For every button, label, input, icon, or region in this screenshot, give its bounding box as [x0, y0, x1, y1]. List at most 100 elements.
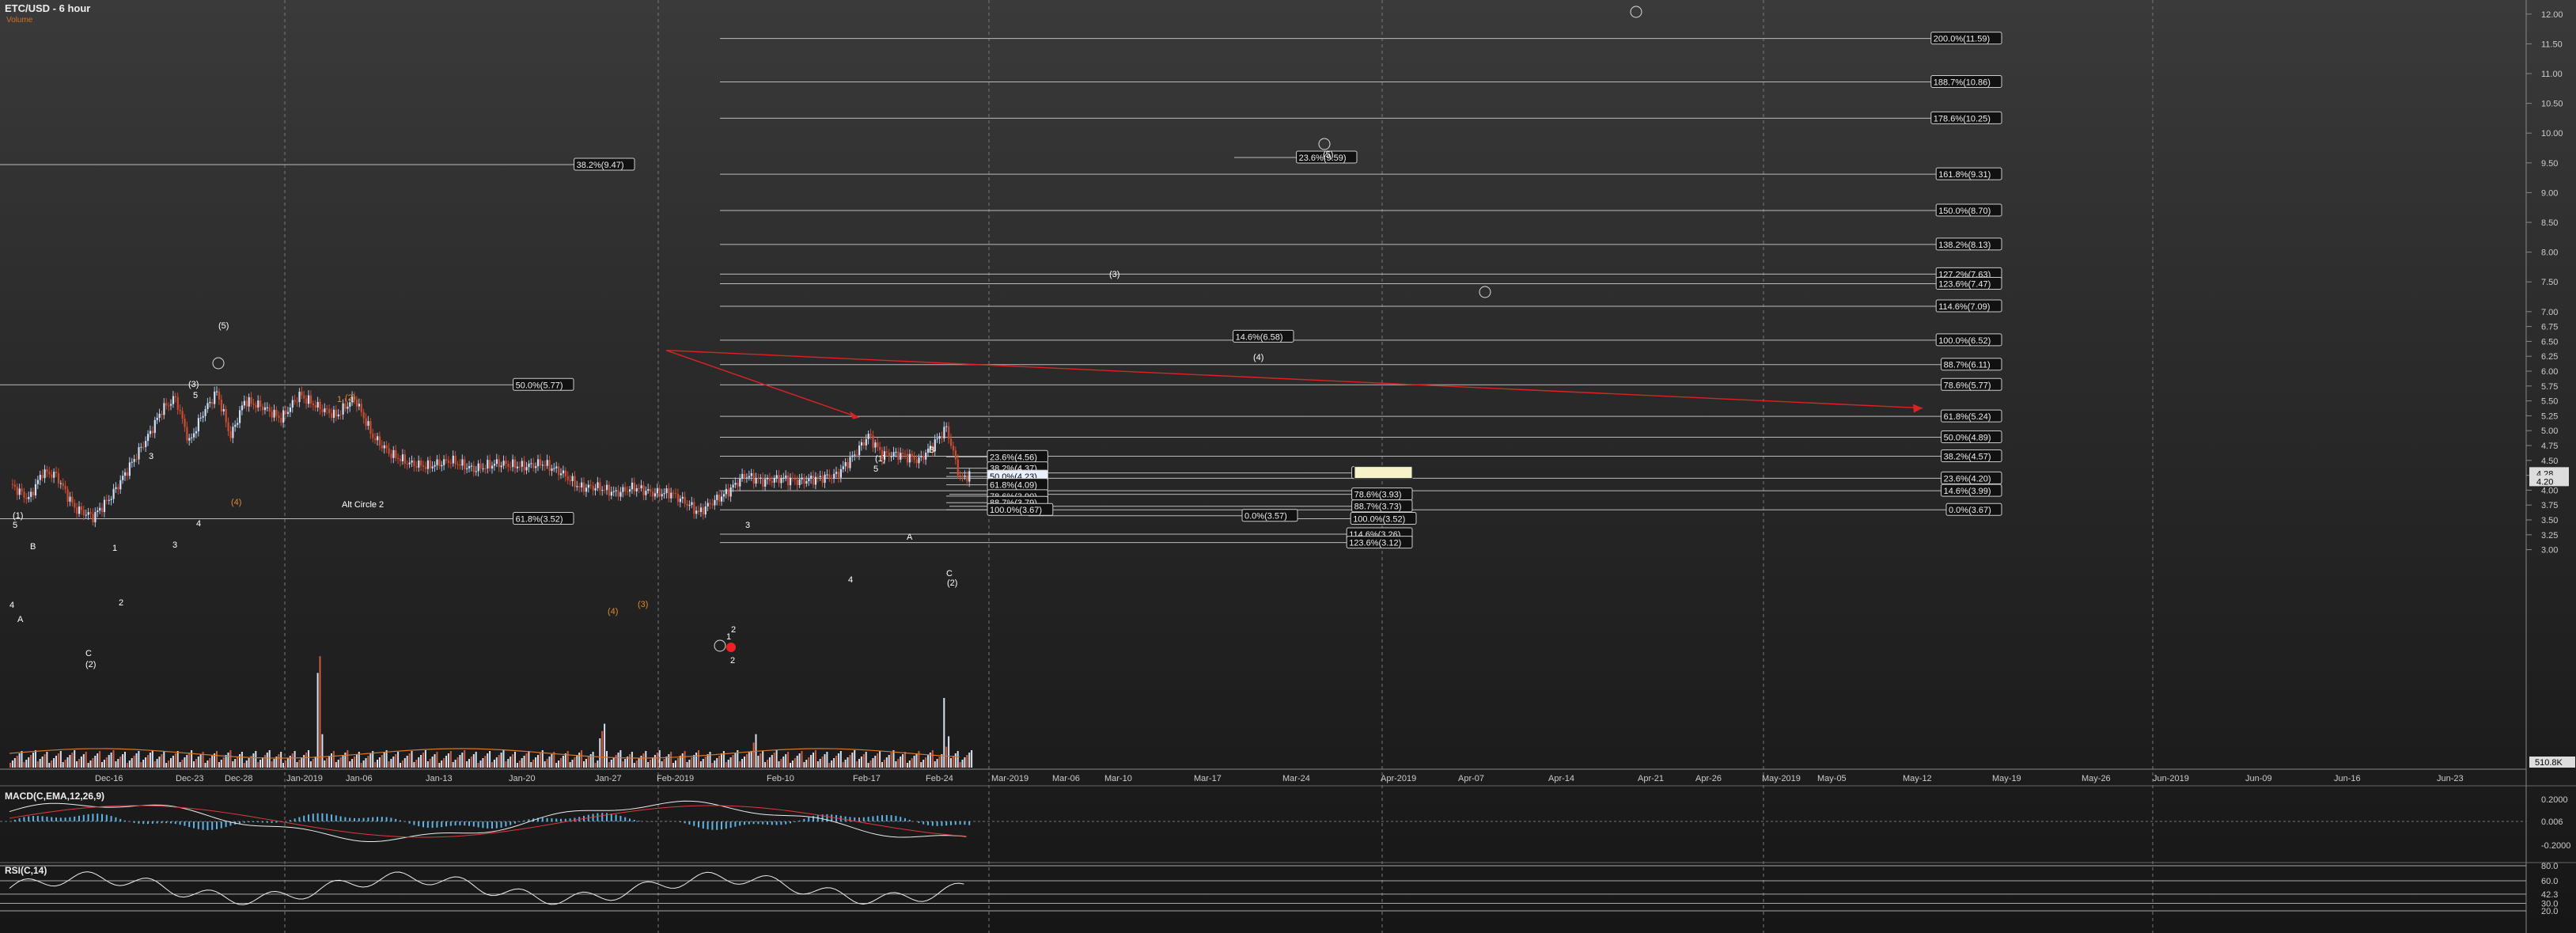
volume-bar [115, 761, 117, 768]
volume-bar [459, 755, 461, 768]
macd-histogram-bar [18, 818, 21, 821]
volume-bar [821, 757, 824, 768]
candle-body [487, 460, 489, 469]
candle-body [237, 423, 239, 425]
volume-bar [94, 756, 97, 768]
candle-body [424, 467, 427, 469]
time-tick-label: Jan-20 [509, 774, 536, 783]
volume-bar [443, 758, 445, 768]
macd-histogram-bar [36, 816, 39, 821]
candle-body [512, 459, 514, 468]
volume-bar [679, 756, 681, 768]
time-tick-label: Apr-14 [1548, 774, 1574, 783]
volume-bar [179, 762, 181, 768]
candle-body [263, 407, 267, 411]
macd-histogram-bar [698, 821, 699, 828]
candle-body [642, 485, 645, 495]
wave-label: (2) [947, 578, 957, 588]
candle-body [158, 413, 161, 418]
fib-level-label: 178.6%(10.25) [1934, 114, 1991, 123]
time-tick-label: May-26 [2082, 774, 2111, 783]
macd-histogram-bar [895, 815, 897, 821]
candle-body [571, 476, 574, 481]
macd-histogram-bar [885, 814, 888, 821]
volume-bar [748, 752, 750, 768]
candle-body [377, 436, 379, 441]
candle-body [195, 430, 198, 434]
candle-body [610, 491, 612, 496]
volume-bar [55, 756, 57, 768]
volume-bar [184, 757, 186, 768]
volume-bar [585, 759, 587, 768]
volume-bar [574, 757, 576, 768]
volume-bar [472, 754, 475, 768]
candle-body [216, 391, 218, 393]
volume-bar [337, 760, 339, 768]
volume-bar [257, 762, 259, 768]
macd-histogram-bar [51, 817, 53, 821]
candle-body [601, 490, 604, 491]
volume-bar [681, 753, 684, 768]
candle-body [97, 510, 99, 512]
volume-bar [468, 759, 470, 768]
volume-bar [140, 762, 142, 768]
fib-level-label: 14.6%(6.58) [1236, 332, 1283, 342]
candle-body [581, 482, 583, 487]
volume-bar [686, 762, 688, 768]
candle-body [895, 451, 897, 453]
candle-body [702, 507, 704, 515]
volume-bar [145, 757, 147, 768]
macd-histogram-bar [441, 821, 443, 828]
macd-histogram-bar [877, 815, 879, 821]
wave-label: C [946, 569, 953, 578]
volume-bar [796, 756, 798, 768]
volume-bar [51, 760, 53, 768]
volume-bar [21, 751, 23, 768]
macd-histogram-bar [555, 818, 558, 821]
candle-body [796, 480, 798, 486]
volume-bar [168, 760, 170, 768]
candle-body [897, 451, 900, 460]
candle-body [624, 487, 627, 491]
time-tick-label: Jun-23 [2437, 774, 2464, 783]
volume-bar [470, 757, 472, 768]
candle-body [426, 460, 429, 469]
wave-label: Alt Circle 2 [342, 500, 384, 510]
candle-body [785, 475, 787, 478]
candle-body [510, 466, 512, 468]
volume-bar [604, 723, 606, 768]
candle-body [259, 400, 262, 408]
volume-bar [523, 756, 525, 768]
volume-bar [365, 758, 367, 768]
fib-level-label: 50.0%(4.89) [1944, 433, 1991, 442]
volume-bar [952, 756, 954, 768]
macd-histogram-bar [197, 821, 199, 829]
macd-histogram-bar [426, 821, 429, 828]
macd-histogram-bar [206, 821, 209, 830]
volume-bar [296, 762, 298, 768]
candle-body [239, 410, 241, 423]
candle-body [337, 414, 339, 417]
volume-bar [16, 756, 18, 768]
volume-bar [97, 753, 99, 768]
candle-body [53, 472, 55, 478]
volume-bar [663, 759, 665, 768]
macd-histogram-bar [510, 821, 512, 825]
candle-body [737, 483, 739, 487]
volume-bar [108, 755, 110, 768]
macd-histogram-bar [413, 821, 415, 825]
volume-bar [964, 757, 966, 768]
macd-histogram-bar [248, 821, 250, 823]
volume-bar [587, 757, 589, 768]
volume-bar [709, 752, 711, 768]
price-tick-label: 3.00 [2541, 546, 2558, 556]
candle-body [271, 412, 273, 418]
volume-bar [741, 759, 744, 768]
volume-bar [647, 762, 650, 768]
chart-canvas[interactable]: 12.5012.0011.5011.0010.5010.009.509.008.… [0, 0, 2576, 933]
volume-bar [945, 746, 948, 768]
macd-histogram-bar [354, 817, 355, 821]
volume-bar [321, 734, 324, 768]
candle-body [21, 488, 23, 492]
wave-label: 3 [172, 540, 177, 550]
